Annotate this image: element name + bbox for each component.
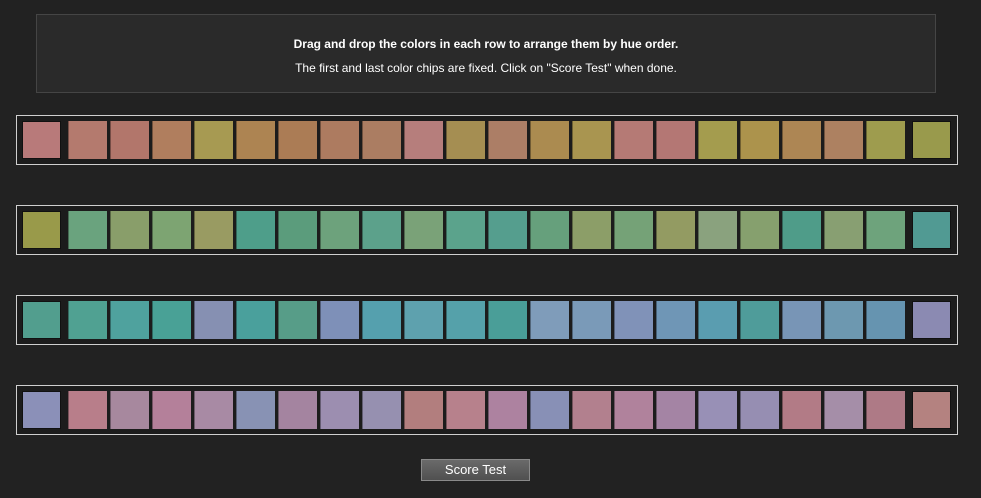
color-chip[interactable] — [572, 121, 611, 159]
color-chip[interactable] — [614, 211, 653, 249]
color-chip[interactable] — [446, 211, 485, 249]
color-chip[interactable] — [572, 301, 611, 339]
color-chip[interactable] — [278, 391, 317, 429]
color-chip[interactable] — [740, 121, 779, 159]
color-chip[interactable] — [446, 301, 485, 339]
color-chip[interactable] — [782, 391, 821, 429]
color-chip[interactable] — [68, 391, 107, 429]
instructions-subtitle: The first and last color chips are fixed… — [295, 61, 677, 75]
color-chip[interactable] — [278, 211, 317, 249]
color-chip[interactable] — [404, 391, 443, 429]
color-chip[interactable] — [530, 121, 569, 159]
color-chip[interactable] — [824, 121, 863, 159]
color-chip[interactable] — [614, 121, 653, 159]
fixed-color-chip — [22, 391, 61, 429]
fixed-color-chip — [912, 211, 951, 249]
color-chip[interactable] — [488, 121, 527, 159]
color-chip[interactable] — [236, 211, 275, 249]
color-chip[interactable] — [404, 121, 443, 159]
color-chip[interactable] — [488, 211, 527, 249]
color-chip[interactable] — [782, 121, 821, 159]
fixed-color-chip — [22, 211, 61, 249]
instructions-title: Drag and drop the colors in each row to … — [293, 37, 679, 51]
color-chip[interactable] — [656, 121, 695, 159]
color-chip[interactable] — [698, 301, 737, 339]
color-chip[interactable] — [488, 391, 527, 429]
color-chip[interactable] — [362, 301, 401, 339]
color-chip[interactable] — [278, 301, 317, 339]
color-chip[interactable] — [656, 301, 695, 339]
color-chip[interactable] — [194, 301, 233, 339]
color-chip[interactable] — [572, 391, 611, 429]
color-chip[interactable] — [152, 211, 191, 249]
color-chip[interactable] — [782, 211, 821, 249]
fixed-color-chip — [912, 121, 951, 159]
color-chip[interactable] — [446, 121, 485, 159]
fixed-color-chip — [912, 391, 951, 429]
color-chip[interactable] — [110, 391, 149, 429]
color-chip[interactable] — [866, 391, 905, 429]
instructions-panel: Drag and drop the colors in each row to … — [36, 14, 936, 93]
color-chip[interactable] — [698, 121, 737, 159]
color-chip[interactable] — [194, 211, 233, 249]
color-chip[interactable] — [362, 211, 401, 249]
row-1 — [16, 115, 958, 165]
color-chip[interactable] — [866, 301, 905, 339]
fixed-color-chip — [912, 301, 951, 339]
score-test-button[interactable]: Score Test — [421, 459, 530, 481]
color-chip[interactable] — [152, 301, 191, 339]
color-chip[interactable] — [110, 121, 149, 159]
color-chip[interactable] — [740, 211, 779, 249]
color-chip[interactable] — [194, 121, 233, 159]
color-chip[interactable] — [152, 391, 191, 429]
color-chip[interactable] — [530, 301, 569, 339]
color-chip[interactable] — [236, 391, 275, 429]
color-chip[interactable] — [488, 301, 527, 339]
color-chip[interactable] — [320, 211, 359, 249]
row-2 — [16, 205, 958, 255]
color-chip[interactable] — [320, 301, 359, 339]
color-chip[interactable] — [866, 121, 905, 159]
color-chip[interactable] — [614, 391, 653, 429]
color-chip[interactable] — [68, 211, 107, 249]
color-chip[interactable] — [194, 391, 233, 429]
color-chip[interactable] — [236, 121, 275, 159]
fixed-color-chip — [22, 301, 61, 339]
color-chip[interactable] — [740, 391, 779, 429]
color-chip[interactable] — [698, 391, 737, 429]
color-chip[interactable] — [68, 121, 107, 159]
color-chip[interactable] — [320, 121, 359, 159]
color-chip[interactable] — [110, 211, 149, 249]
color-chip[interactable] — [656, 391, 695, 429]
color-chip[interactable] — [362, 121, 401, 159]
color-chip[interactable] — [782, 301, 821, 339]
color-chip[interactable] — [362, 391, 401, 429]
color-chip[interactable] — [404, 301, 443, 339]
color-chip[interactable] — [278, 121, 317, 159]
color-chip[interactable] — [740, 301, 779, 339]
color-chip[interactable] — [68, 301, 107, 339]
color-chip[interactable] — [824, 391, 863, 429]
color-chip[interactable] — [656, 211, 695, 249]
color-chip[interactable] — [530, 211, 569, 249]
color-chip[interactable] — [824, 301, 863, 339]
row-3 — [16, 295, 958, 345]
color-chip[interactable] — [824, 211, 863, 249]
fixed-color-chip — [22, 121, 61, 159]
color-chip[interactable] — [236, 301, 275, 339]
color-chip[interactable] — [110, 301, 149, 339]
color-chip[interactable] — [404, 211, 443, 249]
color-chip[interactable] — [320, 391, 359, 429]
color-chip[interactable] — [614, 301, 653, 339]
color-chip[interactable] — [530, 391, 569, 429]
color-chip[interactable] — [572, 211, 611, 249]
row-4 — [16, 385, 958, 435]
color-chip[interactable] — [866, 211, 905, 249]
color-chip[interactable] — [152, 121, 191, 159]
color-chip[interactable] — [698, 211, 737, 249]
color-chip[interactable] — [446, 391, 485, 429]
hue-test-page: Drag and drop the colors in each row to … — [0, 0, 981, 498]
